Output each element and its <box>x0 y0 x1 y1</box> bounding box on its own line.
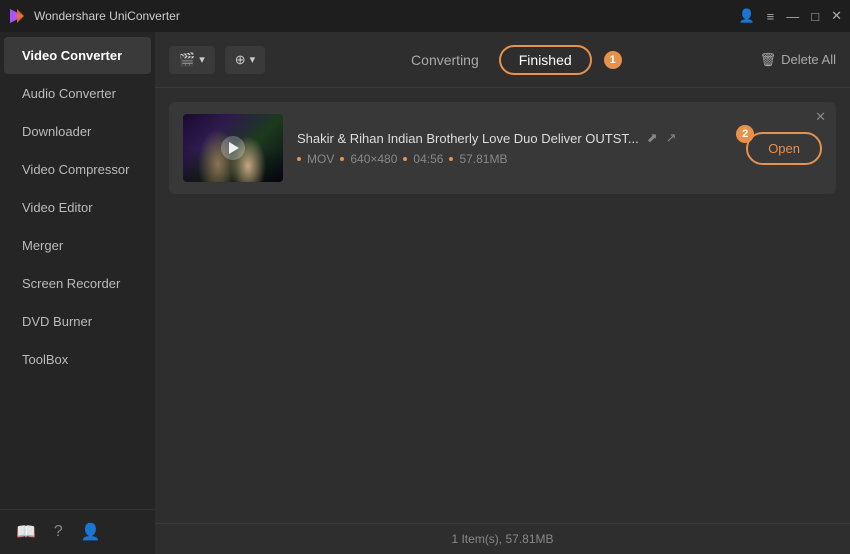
sidebar-item-dvd-burner[interactable]: DVD Burner <box>4 303 151 340</box>
file-card: ✕ Shakir & Rihan Indian Brotherly Love D… <box>169 102 836 194</box>
sidebar: Video Converter Audio Converter Download… <box>0 32 155 554</box>
meta-dot-2 <box>340 157 344 161</box>
share-icon[interactable]: ↗ <box>666 130 677 146</box>
sidebar-item-screen-recorder[interactable]: Screen Recorder <box>4 265 151 302</box>
add-format-button[interactable]: ⊕ ▾ <box>225 46 265 74</box>
toolbar-left: 🎬 ▾ ⊕ ▾ <box>169 46 265 74</box>
play-icon <box>229 142 239 154</box>
file-title-text: Shakir & Rihan Indian Brotherly Love Duo… <box>297 131 639 146</box>
sidebar-item-video-editor[interactable]: Video Editor <box>4 189 151 226</box>
file-duration: 04:56 <box>413 152 443 166</box>
open-badge: 2 <box>736 125 754 143</box>
status-text: 1 Item(s), 57.81MB <box>451 532 553 546</box>
minimize-button[interactable]: — <box>786 9 799 24</box>
trash-icon: 🗑 <box>760 52 777 68</box>
app-title: Wondershare UniConverter <box>34 9 180 23</box>
toolbar-right: 🗑 Delete All <box>760 52 836 68</box>
meta-dot-4 <box>449 157 453 161</box>
sidebar-item-toolbox[interactable]: ToolBox <box>4 341 151 378</box>
file-resolution: 640×480 <box>350 152 397 166</box>
app-logo <box>8 7 26 25</box>
file-size: 57.81MB <box>459 152 507 166</box>
title-bar: Wondershare UniConverter 👤 ≡ — □ ✕ <box>0 0 850 32</box>
file-info: Shakir & Rihan Indian Brotherly Love Duo… <box>297 130 732 166</box>
sidebar-item-video-converter[interactable]: Video Converter <box>4 37 151 74</box>
finished-badge: 1 <box>604 51 622 69</box>
file-format: MOV <box>307 152 334 166</box>
file-thumbnail[interactable] <box>183 114 283 182</box>
toolbar-center: Converting Finished 1 <box>275 45 749 75</box>
external-link-icon[interactable]: ⬈ <box>647 130 658 146</box>
sidebar-item-merger[interactable]: Merger <box>4 227 151 264</box>
open-button[interactable]: Open <box>746 132 822 165</box>
status-bar: 1 Item(s), 57.81MB <box>155 523 850 554</box>
tab-converting[interactable]: Converting <box>403 48 487 72</box>
sidebar-item-downloader[interactable]: Downloader <box>4 113 151 150</box>
account-footer-icon[interactable]: 👤 <box>81 522 101 542</box>
close-button[interactable]: ✕ <box>831 8 842 24</box>
open-btn-wrapper: 2 Open <box>746 132 822 165</box>
meta-dot-3 <box>403 157 407 161</box>
tab-finished[interactable]: Finished <box>499 45 592 75</box>
file-meta: MOV 640×480 04:56 57.81MB <box>297 152 732 166</box>
menu-icon[interactable]: ≡ <box>767 9 775 24</box>
main-layout: Video Converter Audio Converter Download… <box>0 32 850 554</box>
title-bar-left: Wondershare UniConverter <box>8 7 180 25</box>
file-title-row: Shakir & Rihan Indian Brotherly Love Duo… <box>297 130 677 146</box>
play-button[interactable] <box>221 136 245 160</box>
help-icon[interactable]: ? <box>54 523 63 541</box>
add-format-icon: ⊕ <box>235 52 246 68</box>
sidebar-item-audio-converter[interactable]: Audio Converter <box>4 75 151 112</box>
delete-all-button[interactable]: 🗑 Delete All <box>760 52 836 68</box>
add-file-button[interactable]: 🎬 ▾ <box>169 46 215 74</box>
add-file-icon: 🎬 <box>179 52 195 68</box>
account-icon[interactable]: 👤 <box>738 8 754 24</box>
sidebar-item-video-compressor[interactable]: Video Compressor <box>4 151 151 188</box>
content-area: 🎬 ▾ ⊕ ▾ Converting Finished 1 🗑 Delete A… <box>155 32 850 554</box>
title-bar-controls: 👤 ≡ — □ ✕ <box>738 8 842 24</box>
book-icon[interactable]: 📖 <box>16 522 36 542</box>
sidebar-footer: 📖 ? 👤 <box>0 509 155 554</box>
file-list-area: ✕ Shakir & Rihan Indian Brotherly Love D… <box>155 88 850 523</box>
toolbar: 🎬 ▾ ⊕ ▾ Converting Finished 1 🗑 Delete A… <box>155 32 850 88</box>
maximize-button[interactable]: □ <box>811 9 819 24</box>
file-close-button[interactable]: ✕ <box>815 110 826 123</box>
sidebar-menu: Video Converter Audio Converter Download… <box>0 32 155 509</box>
meta-dot-1 <box>297 157 301 161</box>
